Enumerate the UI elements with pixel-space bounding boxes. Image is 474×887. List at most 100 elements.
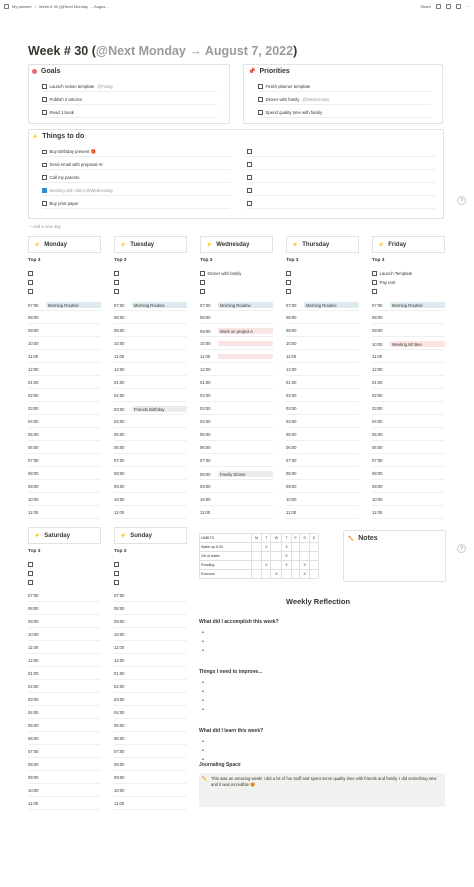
habit-cell[interactable] bbox=[290, 569, 301, 579]
time-slot[interactable]: 10:00 bbox=[114, 497, 187, 502]
time-slot[interactable]: 01:00 bbox=[28, 380, 101, 385]
day-header-friday[interactable]: ⚡ Friday bbox=[372, 236, 445, 253]
time-slot[interactable]: 06:00 bbox=[286, 445, 359, 450]
time-slot[interactable]: 10:00 bbox=[114, 788, 187, 793]
top3-item[interactable]: Dinner with family bbox=[200, 271, 241, 276]
time-slot[interactable]: 11:00 bbox=[114, 645, 187, 650]
habit-cell[interactable] bbox=[308, 569, 320, 579]
checkbox[interactable] bbox=[286, 271, 291, 276]
time-slot[interactable]: 05:00 bbox=[28, 723, 101, 728]
breadcrumb-page[interactable]: Week # 30 (@Next Monday → Augus... bbox=[39, 4, 109, 9]
time-slot[interactable]: 05:00 bbox=[114, 723, 187, 728]
top3-item[interactable] bbox=[286, 271, 291, 276]
calendar-event[interactable]: Morning Routine bbox=[46, 302, 101, 308]
time-slot[interactable]: 02:00 bbox=[200, 393, 273, 398]
time-slot[interactable]: 05:00 bbox=[372, 432, 445, 437]
time-slot[interactable]: 09:00 bbox=[200, 484, 273, 489]
checkbox[interactable] bbox=[28, 571, 33, 576]
time-slot[interactable]: 10:00 bbox=[200, 341, 273, 346]
day-header-sunday[interactable]: ⚡ Sunday bbox=[114, 527, 187, 544]
time-slot[interactable]: 02:00 bbox=[28, 393, 101, 398]
time-slot[interactable]: 02:00 bbox=[114, 684, 187, 689]
checkbox[interactable] bbox=[42, 84, 47, 89]
time-slot[interactable]: 12:00 bbox=[114, 367, 187, 372]
day-header-monday[interactable]: ⚡ Monday bbox=[28, 236, 101, 253]
todo-item[interactable]: Buy print paper bbox=[42, 201, 79, 206]
time-slot[interactable]: 06:00 bbox=[28, 736, 101, 741]
time-slot[interactable]: 04:00 bbox=[28, 710, 101, 715]
bullet-item[interactable]: • bbox=[202, 739, 204, 745]
time-slot[interactable]: 12:00 bbox=[372, 367, 445, 372]
time-slot[interactable]: 09:00 bbox=[114, 484, 187, 489]
day-header-thursday[interactable]: ⚡ Thursday bbox=[286, 236, 359, 253]
checkbox[interactable] bbox=[42, 110, 47, 115]
time-slot[interactable]: 09:00 bbox=[28, 328, 101, 333]
habit-cell[interactable] bbox=[250, 542, 263, 552]
time-slot[interactable]: 06:00 bbox=[114, 445, 187, 450]
bullet-item[interactable]: • bbox=[202, 689, 204, 695]
time-slot[interactable]: 10:00 bbox=[28, 632, 101, 637]
date-mention[interactable]: @Today bbox=[97, 84, 113, 89]
habit-cell[interactable]: X bbox=[270, 569, 283, 579]
time-slot[interactable]: 03:00 bbox=[200, 406, 273, 411]
habit-cell[interactable]: X bbox=[281, 560, 292, 570]
time-slot[interactable]: 08:00 bbox=[28, 471, 101, 476]
time-slot[interactable]: 08:00 bbox=[114, 762, 187, 767]
time-slot[interactable]: 08:00 bbox=[286, 471, 359, 476]
time-slot[interactable]: 01:00 bbox=[200, 380, 273, 385]
habit-cell[interactable]: X bbox=[281, 542, 292, 552]
time-slot[interactable]: 07:00 bbox=[114, 593, 187, 598]
date-mention[interactable]: @Next Monday → August 7, 2022 bbox=[96, 44, 293, 58]
top3-item[interactable] bbox=[200, 280, 205, 285]
checkbox[interactable] bbox=[247, 149, 252, 154]
history-icon[interactable] bbox=[446, 3, 451, 9]
time-slot[interactable]: 09:00 bbox=[286, 484, 359, 489]
calendar-event[interactable] bbox=[218, 354, 273, 359]
priorities-item[interactable]: Dinner with family @Wednesday bbox=[258, 97, 329, 102]
time-slot[interactable]: 07:00 bbox=[200, 458, 273, 463]
journal-callout[interactable]: ✏️ This was an amazing week! I did a lot… bbox=[199, 773, 445, 807]
time-slot[interactable]: 07:00 bbox=[28, 749, 101, 754]
time-slot[interactable]: 06:00 bbox=[200, 445, 273, 450]
time-slot[interactable]: 03:00 bbox=[28, 406, 101, 411]
add-new-day[interactable]: + Add a new day bbox=[29, 224, 61, 229]
calendar-event[interactable]: Morning Routine bbox=[132, 302, 187, 308]
checkbox[interactable] bbox=[42, 162, 47, 168]
todo-item[interactable]: Buy Birthday present 🎁 bbox=[42, 149, 96, 155]
time-slot[interactable]: 03:00 bbox=[114, 697, 187, 702]
time-slot[interactable]: 08:00 bbox=[28, 606, 101, 611]
checkbox[interactable] bbox=[200, 271, 205, 276]
time-slot[interactable]: 07:00 Morning Routine bbox=[200, 302, 273, 308]
habit-cell[interactable] bbox=[270, 560, 283, 570]
time-slot[interactable]: 09:00 bbox=[114, 328, 187, 333]
top3-item[interactable] bbox=[28, 271, 33, 276]
calendar-event[interactable]: Meeting W/ Ben bbox=[390, 341, 445, 347]
time-slot[interactable]: 05:00 bbox=[200, 432, 273, 437]
habit-cell[interactable] bbox=[281, 569, 292, 579]
time-slot[interactable]: 07:00 Morning Routine bbox=[114, 302, 187, 308]
time-slot[interactable]: 10:00 Meeting W/ Ben bbox=[372, 341, 445, 347]
time-slot[interactable]: 04:00 bbox=[200, 419, 273, 424]
top3-item[interactable]: Pay rent bbox=[372, 280, 396, 285]
time-slot[interactable]: 02:00 bbox=[372, 393, 445, 398]
date-mention[interactable]: @Wednesday bbox=[302, 97, 329, 102]
bullet-item[interactable]: • bbox=[202, 680, 204, 686]
time-slot[interactable]: 12:00 bbox=[28, 658, 101, 663]
time-slot[interactable]: 08:00 bbox=[114, 606, 187, 611]
time-slot[interactable]: 02:00 bbox=[286, 393, 359, 398]
time-slot[interactable]: 04:00 bbox=[286, 419, 359, 424]
time-slot[interactable]: 07:00 bbox=[28, 593, 101, 598]
time-slot[interactable]: 11:00 bbox=[200, 510, 273, 515]
habit-cell[interactable] bbox=[261, 569, 272, 579]
checkbox[interactable] bbox=[42, 149, 47, 155]
time-slot[interactable]: 11:00 bbox=[28, 354, 101, 359]
priorities-item[interactable]: Finish planner template bbox=[258, 84, 310, 89]
top3-item[interactable] bbox=[372, 289, 377, 294]
time-slot[interactable]: 03:00 bbox=[28, 697, 101, 702]
checkbox[interactable] bbox=[114, 580, 119, 585]
time-slot[interactable]: 10:00 bbox=[28, 341, 101, 346]
top3-item[interactable] bbox=[114, 562, 119, 567]
time-slot[interactable]: 01:00 bbox=[28, 671, 101, 676]
time-slot[interactable]: 07:00 bbox=[114, 458, 187, 463]
time-slot[interactable]: 08:00 bbox=[372, 315, 445, 320]
